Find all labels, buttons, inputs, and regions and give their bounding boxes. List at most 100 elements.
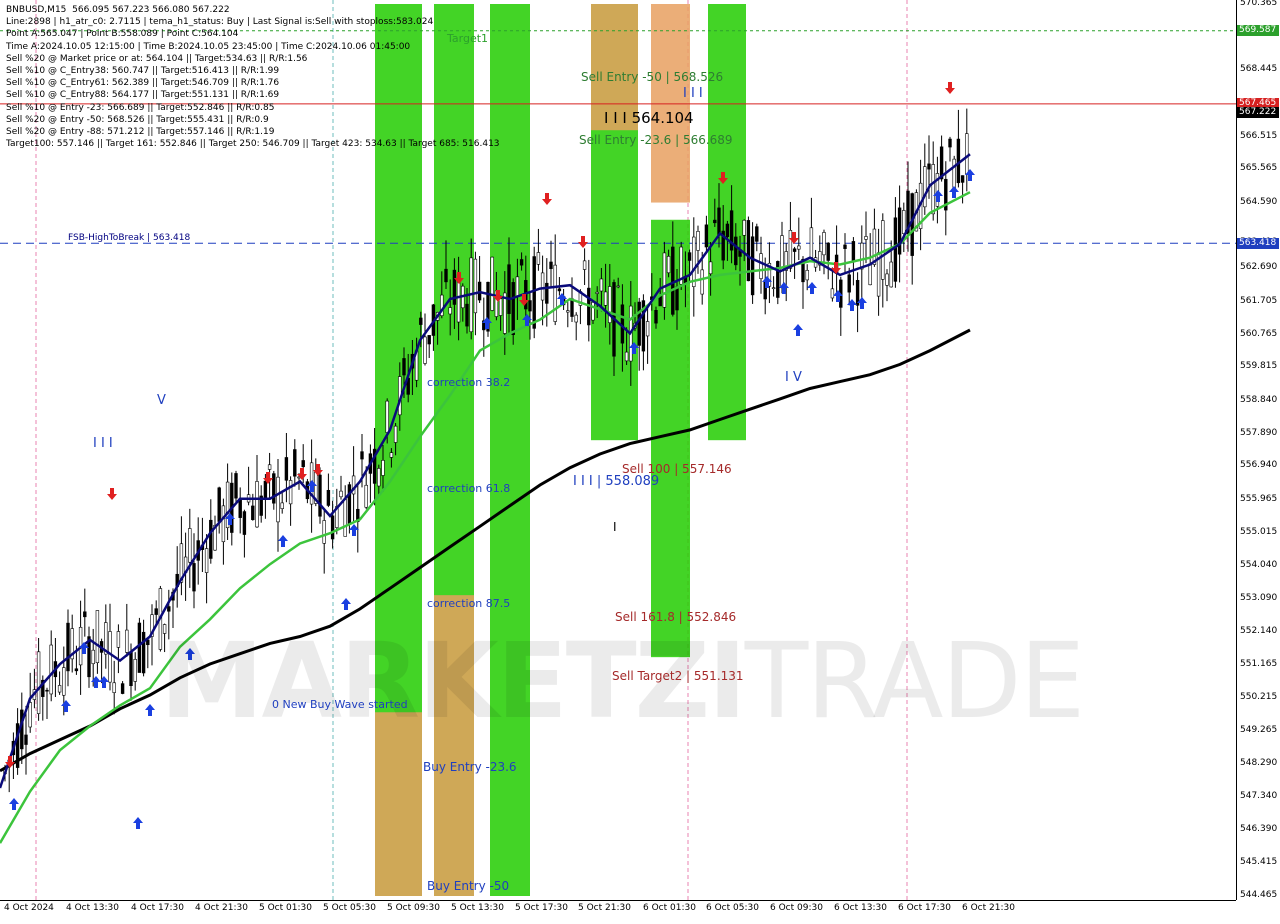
candle-body — [95, 610, 100, 664]
chart-annotation: I I I — [683, 86, 703, 101]
candle-body — [734, 236, 738, 266]
candle-body — [851, 241, 856, 263]
candle-body — [318, 474, 322, 517]
candle-body — [540, 272, 545, 301]
info-line: BNBUSD,M15 566.095 567.223 566.080 567.2… — [6, 5, 230, 15]
candle-body — [704, 224, 709, 248]
candle-body — [788, 230, 793, 269]
candle-body — [776, 261, 780, 298]
chart-annotation: Sell Entry -23.6 | 566.689 — [579, 133, 733, 147]
candle-body — [255, 481, 259, 528]
candle-body — [616, 285, 620, 288]
buy-arrow-icon — [847, 299, 857, 311]
candle-body — [330, 515, 335, 540]
chart-annotation: Sell Target2 | 551.131 — [612, 669, 744, 683]
candle-body — [288, 480, 293, 505]
candle-body — [490, 256, 494, 311]
info-line: Line:2898 | h1_atr_c0: 2.7115 | tema_h1_… — [6, 17, 434, 28]
y-tick-label: 559.815 — [1240, 361, 1278, 372]
candle-body — [423, 336, 427, 364]
candle-body — [125, 629, 129, 653]
candle-body — [809, 227, 814, 258]
info-line: Point A:565.047 | Point B:558.089 | Poin… — [6, 29, 239, 40]
candle-body — [570, 298, 574, 317]
chart-annotation: I V — [785, 370, 802, 385]
candle-body — [675, 286, 679, 311]
candle-body — [860, 242, 864, 270]
candle-body — [960, 175, 965, 183]
candle-body — [49, 644, 53, 695]
buy-arrow-icon — [949, 186, 959, 198]
info-line: Sell %10 @ C_Entry38: 560.747 || Target:… — [6, 65, 280, 76]
candle-body — [536, 252, 541, 265]
candle-body — [234, 473, 238, 499]
candle-body — [755, 226, 759, 242]
candle-body — [66, 622, 70, 672]
y-tick-label: 550.215 — [1240, 691, 1278, 702]
sell-arrow-icon — [578, 236, 588, 248]
x-tick-label: 5 Oct 09:30 — [387, 903, 440, 913]
candle-body — [599, 278, 604, 292]
candle-body — [927, 163, 931, 170]
chart-annotation: V — [157, 393, 166, 408]
candle-body — [645, 321, 650, 337]
buy-arrow-icon — [99, 676, 109, 688]
candle-body — [112, 682, 116, 693]
candle-body — [885, 273, 889, 286]
watermark-thin: TRADE — [744, 620, 1086, 742]
buy-arrow-icon — [793, 324, 803, 336]
candle-body — [519, 259, 524, 266]
candle-body — [897, 207, 902, 255]
chart-annotation: Target1 — [447, 32, 489, 45]
y-tick-label: 565.565 — [1240, 163, 1278, 174]
candle-body — [759, 253, 763, 279]
candle-body — [276, 476, 280, 523]
y-tick-label: 561.705 — [1240, 296, 1278, 307]
x-tick-label: 6 Oct 17:30 — [898, 903, 951, 913]
chart-annotation: Sell Entry -50 | 568.526 — [581, 70, 724, 84]
candle-body — [725, 223, 730, 238]
y-tick-label: 564.590 — [1240, 196, 1278, 207]
candle-body — [830, 288, 835, 299]
candle-body — [771, 287, 776, 290]
x-tick-label: 6 Oct 13:30 — [834, 903, 887, 913]
x-tick-label: 5 Oct 05:30 — [323, 903, 376, 913]
candle-body — [393, 425, 398, 443]
y-tick-label: 566.515 — [1240, 130, 1278, 141]
x-tick-label: 5 Oct 01:30 — [259, 903, 312, 913]
chart-annotation: correction 38.2 — [427, 376, 511, 389]
candle-body — [221, 505, 226, 543]
candle-body — [822, 232, 826, 256]
y-tick-label: 556.940 — [1240, 460, 1278, 471]
candle-body — [188, 528, 192, 563]
x-tick-label: 5 Oct 17:30 — [515, 903, 568, 913]
candle-body — [591, 302, 595, 321]
candle-body — [637, 301, 641, 346]
candle-body — [473, 258, 478, 314]
candle-body — [553, 264, 557, 322]
chart-annotation: Buy Entry -23.6 — [423, 760, 517, 774]
candle-body — [700, 269, 704, 295]
candle-body — [293, 449, 297, 477]
candle-body — [209, 519, 213, 559]
candle-body — [381, 460, 385, 476]
y-tick-label: 553.090 — [1240, 592, 1278, 603]
y-tick-label: 552.140 — [1240, 625, 1278, 636]
info-line: Sell %20 @ Market price or at: 564.104 |… — [6, 53, 308, 64]
x-tick-label: 4 Oct 13:30 — [66, 903, 119, 913]
candle-body — [923, 166, 927, 208]
buy-arrow-icon — [278, 535, 288, 547]
candle-body — [549, 261, 553, 269]
candle-body — [507, 264, 511, 314]
y-tick-label: 548.290 — [1240, 758, 1278, 769]
x-tick-label: 5 Oct 13:30 — [451, 903, 504, 913]
candle-body — [902, 210, 906, 234]
candle-body — [515, 276, 520, 297]
info-line: Sell %20 @ Entry -50: 568.526 || Target:… — [6, 114, 269, 125]
candle-body — [263, 480, 268, 500]
y-tick-label: 568.445 — [1240, 64, 1278, 75]
candle-body — [192, 563, 196, 592]
candle-body — [385, 400, 389, 433]
candle-body — [129, 651, 133, 687]
candle-body — [595, 291, 599, 294]
